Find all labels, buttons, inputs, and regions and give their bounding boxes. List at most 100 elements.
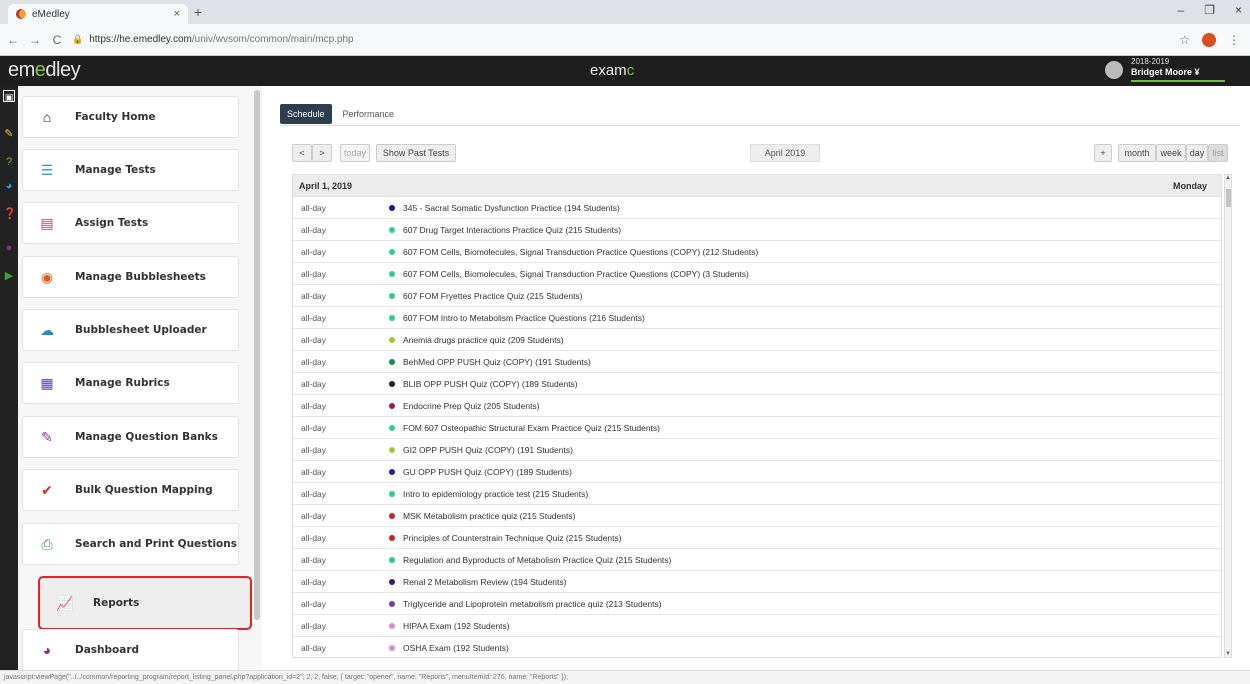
event-title[interactable]: 607 FOM Cells, Biomolecules, Signal Tran…: [403, 247, 758, 257]
event-row[interactable]: all-day Principles of Counterstrain Techn…: [293, 527, 1221, 549]
scroll-thumb[interactable]: [1226, 189, 1231, 207]
event-row[interactable]: all-day Triglyceride and Lipoprotein meta…: [293, 593, 1221, 615]
emedley-logo[interactable]: emedley: [8, 59, 81, 82]
forward-icon[interactable]: →: [26, 33, 44, 47]
event-row[interactable]: all-day 607 FOM Cells, Biomolecules, Sign…: [293, 241, 1221, 263]
play-icon[interactable]: ▶: [3, 270, 15, 282]
browser-menu-icon[interactable]: ⋮: [1228, 33, 1240, 47]
event-row[interactable]: all-day GI2 OPP PUSH Quiz (COPY) (191 Stu…: [293, 439, 1221, 461]
prev-button[interactable]: <: [292, 144, 312, 162]
event-title[interactable]: Triglyceride and Lipoprotein metabolism …: [403, 599, 662, 609]
profile-icon[interactable]: [1202, 32, 1216, 47]
event-row[interactable]: all-day BehMed OPP PUSH Quiz (COPY) (191 …: [293, 351, 1221, 373]
event-title[interactable]: 607 FOM Cells, Biomolecules, Signal Tran…: [403, 269, 749, 279]
next-button[interactable]: >: [312, 144, 332, 162]
event-row[interactable]: all-day Intro to epidemiology practice te…: [293, 483, 1221, 505]
event-title[interactable]: 345 - Sacral Somatic Dysfunction Practic…: [403, 203, 620, 213]
nav-item-manage-bubblesheets[interactable]: ◉ Manage Bubblesheets: [22, 256, 239, 298]
assign-icon: ▤: [40, 214, 54, 231]
nav-item-manage-tests[interactable]: ☰ Manage Tests: [22, 149, 239, 191]
nav-item-manage-question-banks[interactable]: ✎ Manage Question Banks: [22, 416, 239, 458]
pie-chart-icon[interactable]: ◕: [3, 180, 15, 192]
event-title[interactable]: Regulation and Byproducts of Metabolism …: [403, 555, 671, 565]
close-window-icon[interactable]: ×: [1235, 3, 1242, 17]
event-title[interactable]: Intro to epidemiology practice test (215…: [403, 489, 588, 499]
nav-item-bulk-question-mapping[interactable]: ✔ Bulk Question Mapping: [22, 469, 239, 511]
event-title[interactable]: Principles of Counterstrain Technique Qu…: [403, 533, 622, 543]
event-row[interactable]: all-day Anemia drugs practice quiz (209 S…: [293, 329, 1221, 351]
add-event-button[interactable]: +: [1094, 144, 1112, 162]
event-title[interactable]: Anemia drugs practice quiz (209 Students…: [403, 335, 564, 345]
new-tab-button[interactable]: +: [194, 4, 202, 20]
help-icon[interactable]: ❓: [3, 208, 17, 220]
event-row[interactable]: all-day OSHA Exam (192 Students): [293, 637, 1221, 657]
view-day-button[interactable]: day: [1186, 144, 1208, 162]
scroll-down-icon[interactable]: ▼: [1225, 651, 1231, 657]
reload-icon[interactable]: C: [48, 33, 66, 47]
panel-toggle-icon[interactable]: ▣: [3, 90, 15, 102]
group-icon[interactable]: ●: [3, 242, 15, 254]
browser-tab[interactable]: eMedley ×: [8, 4, 188, 24]
bookmark-star-icon[interactable]: ☆: [1179, 33, 1190, 47]
event-title[interactable]: GI2 OPP PUSH Quiz (COPY) (191 Students): [403, 445, 573, 455]
event-row[interactable]: all-day FOM 607 Osteopathic Structural Ex…: [293, 417, 1221, 439]
event-row[interactable]: all-day 607 FOM Fryettes Practice Quiz (2…: [293, 285, 1221, 307]
event-row[interactable]: all-day BLIB OPP PUSH Quiz (COPY) (189 St…: [293, 373, 1221, 395]
url-host: https://he.emedley.com: [89, 34, 192, 45]
today-button[interactable]: today: [340, 144, 370, 162]
scroll-up-icon[interactable]: ▲: [1225, 175, 1231, 181]
nav-item-dashboard[interactable]: ◕ Dashboard: [22, 629, 239, 671]
nav-item-manage-rubrics[interactable]: ▦ Manage Rubrics: [22, 362, 239, 404]
minimize-icon[interactable]: –: [1178, 3, 1185, 17]
event-row[interactable]: all-day 607 FOM Intro to Metabolism Pract…: [293, 307, 1221, 329]
event-title[interactable]: 607 Drug Target Interactions Practice Qu…: [403, 225, 621, 235]
day-header: April 1, 2019 Monday: [293, 175, 1221, 197]
nav-item-bubblesheet-uploader[interactable]: ☁ Bubblesheet Uploader: [22, 309, 239, 351]
event-title[interactable]: Renal 2 Metabolism Review (194 Students): [403, 577, 566, 587]
calendar-scrollbar[interactable]: ▲ ▼: [1224, 174, 1232, 658]
nav-item-assign-tests[interactable]: ▤ Assign Tests: [22, 202, 239, 244]
nav-scrollbar[interactable]: [254, 90, 260, 620]
event-title[interactable]: BLIB OPP PUSH Quiz (COPY) (189 Students): [403, 379, 578, 389]
event-row[interactable]: all-day HIPAA Exam (192 Students): [293, 615, 1221, 637]
nav-item-reports[interactable]: 📈 Reports: [38, 576, 252, 630]
question-icon[interactable]: ?: [3, 156, 15, 168]
tab-performance[interactable]: Performance: [336, 104, 402, 124]
event-row[interactable]: all-day 607 FOM Cells, Biomolecules, Sign…: [293, 263, 1221, 285]
event-row[interactable]: all-day Regulation and Byproducts of Meta…: [293, 549, 1221, 571]
event-title[interactable]: GU OPP PUSH Quiz (COPY) (189 Students): [403, 467, 572, 477]
event-row[interactable]: all-day MSK Metabolism practice quiz (215…: [293, 505, 1221, 527]
view-week-button[interactable]: week: [1156, 144, 1186, 162]
event-row[interactable]: all-day 607 Drug Target Interactions Prac…: [293, 219, 1221, 241]
event-color-dot: [389, 336, 395, 343]
show-past-tests-button[interactable]: Show Past Tests: [376, 144, 456, 162]
event-title[interactable]: Endocrine Prep Quiz (205 Students): [403, 401, 540, 411]
nav-item-search-and-print-questions[interactable]: ⎙ Search and Print Questions: [22, 523, 239, 565]
event-row[interactable]: all-day 345 - Sacral Somatic Dysfunction …: [293, 197, 1221, 219]
view-list-button[interactable]: list: [1208, 144, 1228, 162]
event-row[interactable]: all-day Endocrine Prep Quiz (205 Students…: [293, 395, 1221, 417]
event-row[interactable]: all-day Renal 2 Metabolism Review (194 St…: [293, 571, 1221, 593]
back-icon[interactable]: ←: [4, 33, 22, 47]
event-title[interactable]: BehMed OPP PUSH Quiz (COPY) (191 Student…: [403, 357, 591, 367]
event-title[interactable]: OSHA Exam (192 Students): [403, 643, 509, 653]
event-color-dot: [389, 578, 395, 585]
event-row[interactable]: all-day GU OPP PUSH Quiz (COPY) (189 Stud…: [293, 461, 1221, 483]
event-title[interactable]: 607 FOM Intro to Metabolism Practice Que…: [403, 313, 645, 323]
tab-schedule[interactable]: Schedule: [280, 104, 332, 124]
event-color-dot: [389, 556, 395, 563]
url-field[interactable]: 🔒 https://he.emedley.com /univ/wvsom/com…: [72, 29, 1172, 51]
event-title[interactable]: MSK Metabolism practice quiz (215 Studen…: [403, 511, 575, 521]
event-time: all-day: [301, 466, 327, 477]
event-title[interactable]: HIPAA Exam (192 Students): [403, 621, 510, 631]
user-menu[interactable]: 2018-2019 Bridget Moore ¥: [1105, 57, 1225, 82]
maximize-icon[interactable]: ❐: [1204, 3, 1215, 17]
nav-item-faculty-home[interactable]: ⌂ Faculty Home: [22, 96, 239, 138]
event-title[interactable]: FOM 607 Osteopathic Structural Exam Prac…: [403, 423, 660, 433]
close-tab-icon[interactable]: ×: [174, 8, 180, 20]
event-title[interactable]: 607 FOM Fryettes Practice Quiz (215 Stud…: [403, 291, 583, 301]
view-month-button[interactable]: month: [1118, 144, 1156, 162]
event-color-dot: [389, 534, 395, 541]
pencil-icon[interactable]: ✎: [3, 128, 15, 140]
user-name: Bridget Moore ¥: [1131, 67, 1200, 77]
